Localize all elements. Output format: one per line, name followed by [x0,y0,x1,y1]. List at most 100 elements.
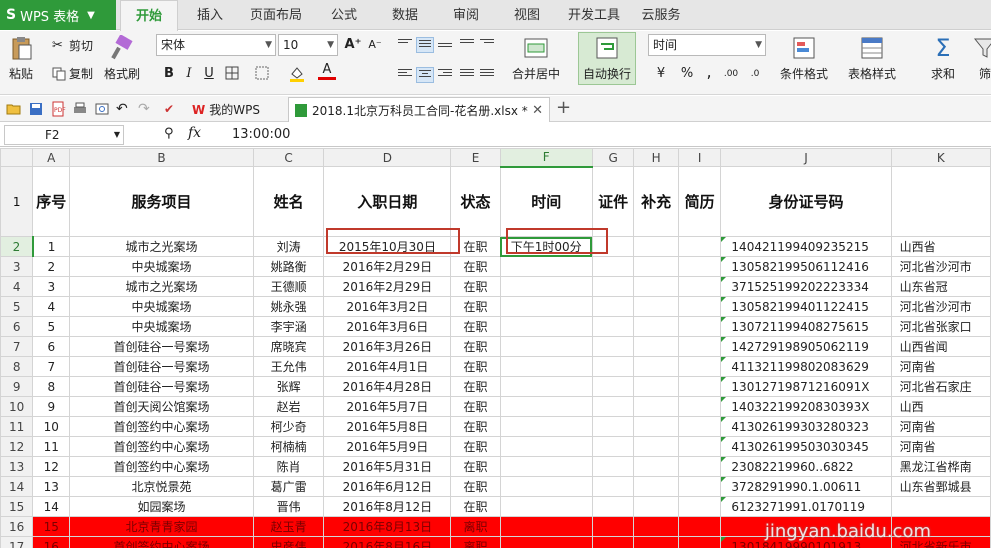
cell-k[interactable]: 河南省 [890,436,991,457]
cell-k[interactable]: 山东省鄄城县 [890,476,991,497]
cell-f[interactable] [499,336,593,357]
align-right-icon[interactable] [436,67,454,83]
cell-j[interactable]: 130582199506112416 [720,256,892,277]
row-header[interactable]: 16 [0,516,34,537]
cell-j[interactable]: 3728291990.1.00611 [720,476,892,497]
cell-a[interactable]: 1 [32,236,71,257]
fill-color-icon[interactable] [288,65,306,83]
cell-a[interactable]: 16 [32,536,71,548]
row-header[interactable]: 9 [0,376,34,397]
cell-f[interactable] [499,436,593,457]
row-header[interactable]: 15 [0,496,34,517]
tab-formulas[interactable]: 公式 [322,0,366,30]
cell-e[interactable]: 在职 [450,456,501,477]
cell-g[interactable] [591,416,635,437]
cell-e[interactable]: 在职 [450,256,501,277]
row-header[interactable]: 1 [0,166,34,237]
cell-j[interactable]: 413026199303280323 [720,416,892,437]
column-header[interactable]: G [591,148,635,167]
cell-d[interactable]: 2016年4月28日 [323,376,452,397]
cell-a[interactable]: 13 [32,476,71,497]
cell-b[interactable]: 首创硅谷一号案场 [69,336,254,357]
cell-i[interactable] [677,396,722,417]
cell-h[interactable] [633,356,679,377]
cell-a[interactable]: 14 [32,496,71,517]
cell-c[interactable]: 赵玉青 [252,516,325,537]
cell-i[interactable] [677,456,722,477]
cell-e[interactable]: 离职 [450,516,501,537]
cell-d[interactable]: 2016年3月26日 [323,336,452,357]
cell-h[interactable] [633,396,679,417]
cell-f[interactable] [499,376,593,397]
cell-h[interactable] [633,496,679,517]
cell-a[interactable]: 2 [32,256,71,277]
conditional-format-button[interactable]: 条件格式 [780,35,828,82]
cell-c[interactable]: 张辉 [252,376,325,397]
number-format-select[interactable]: 时间 ▼ [648,34,766,56]
cell-a[interactable]: 3 [32,276,71,297]
cell-i[interactable] [677,276,722,297]
cell-a[interactable]: 12 [32,456,71,477]
cell-d[interactable]: 2016年3月2日 [323,296,452,317]
cell-b[interactable]: 首创天阅公馆案场 [69,396,254,417]
spreadsheet-grid[interactable]: A B C D E F G H I J K 1 序号 服务项目 姓名 入职日期 … [0,148,991,548]
redo-icon[interactable]: ↷ [138,101,154,117]
cell-b[interactable]: 城市之光案场 [69,276,254,297]
name-box[interactable]: F2 ▼ [4,125,124,145]
cell-g[interactable] [591,436,635,457]
cell-b[interactable]: 首创签约中心案场 [69,536,254,548]
print-icon[interactable] [72,101,88,117]
cell-h[interactable] [633,236,679,257]
cell-b[interactable]: 首创签约中心案场 [69,416,254,437]
header-cell[interactable]: 时间 [499,166,593,237]
cell-e[interactable]: 在职 [450,336,501,357]
header-cell[interactable]: 入职日期 [323,166,452,237]
cell-k[interactable]: 山东省冠 [890,276,991,297]
cell-c[interactable]: 柯楠楠 [252,436,325,457]
cell-k[interactable]: 黑龙江省桦南 [890,456,991,477]
column-header[interactable]: E [450,148,501,167]
header-cell[interactable]: 状态 [450,166,501,237]
cell-e[interactable]: 在职 [450,276,501,297]
row-header[interactable]: 8 [0,356,34,377]
cell-h[interactable] [633,456,679,477]
cell-c[interactable]: 李宇涵 [252,316,325,337]
cell-d[interactable]: 2016年2月29日 [323,256,452,277]
cell-h[interactable] [633,376,679,397]
cell-i[interactable] [677,536,722,548]
cell-b[interactable]: 首创硅谷一号案场 [69,356,254,377]
cell-g[interactable] [591,296,635,317]
cell-e[interactable]: 在职 [450,316,501,337]
cell-g[interactable] [591,256,635,277]
cell-a[interactable]: 4 [32,296,71,317]
print-preview-icon[interactable] [94,101,110,117]
cell-i[interactable] [677,376,722,397]
paste-button[interactable]: 粘贴 [8,35,34,82]
cell-i[interactable] [677,516,722,537]
open-folder-icon[interactable] [6,101,22,117]
merge-center-button[interactable]: 合并居中 [512,35,560,82]
column-header[interactable]: D [323,148,452,167]
font-color-icon[interactable]: A [318,63,336,81]
cell-j[interactable]: 130582199401122415 [720,296,892,317]
cell-k[interactable]: 河北省沙河市 [890,256,991,277]
cell-g[interactable] [591,396,635,417]
cell-f[interactable] [499,396,593,417]
cell-f[interactable] [499,496,593,517]
align-top-icon[interactable] [396,37,414,53]
tab-current-file[interactable]: 2018.1北京万科员工合同-花名册.xlsx * ✕ [288,97,550,122]
cell-f[interactable] [499,276,593,297]
increase-font-icon[interactable]: A⁺ [344,36,362,54]
cell-a[interactable]: 5 [32,316,71,337]
cell-f[interactable] [499,256,593,277]
row-header[interactable]: 7 [0,336,34,357]
cell-b[interactable]: 城市之光案场 [69,236,254,257]
cell-i[interactable] [677,436,722,457]
justify-icon[interactable] [458,67,476,83]
increase-decimal-icon[interactable]: .00 [722,65,740,83]
row-header[interactable]: 5 [0,296,34,317]
cell-i[interactable] [677,316,722,337]
italic-icon[interactable]: I [180,65,198,83]
cell-b[interactable]: 中央城案场 [69,296,254,317]
cell-g[interactable] [591,476,635,497]
